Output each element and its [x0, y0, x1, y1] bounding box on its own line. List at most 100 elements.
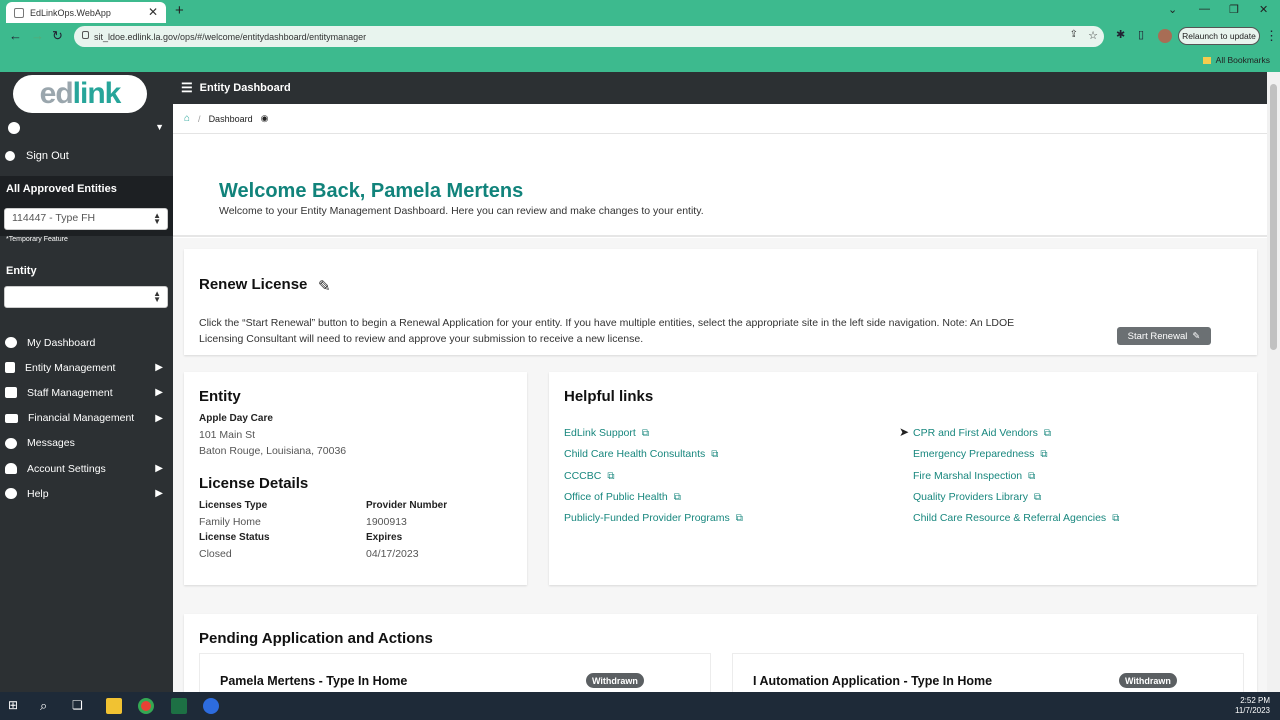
- chrome-icon[interactable]: [138, 698, 154, 714]
- link-publicly-funded-provider-programs[interactable]: Publicly-Funded Provider Programs ⧉: [564, 512, 743, 524]
- start-renewal-label: Start Renewal: [1127, 330, 1188, 342]
- link-quality-providers-library[interactable]: Quality Providers Library ⧉: [913, 491, 1041, 503]
- status-badge: Withdrawn: [1119, 673, 1177, 688]
- browser-menu-icon[interactable]: ⋮: [1265, 28, 1278, 44]
- provider-number-value: 1900913: [366, 516, 407, 528]
- approved-entities-panel: All Approved Entities 114447 - Type FH ▲…: [0, 176, 173, 243]
- link-label: Publicly-Funded Provider Programs: [564, 512, 730, 524]
- windows-start-icon[interactable]: ⊞: [8, 698, 24, 714]
- link-label: Quality Providers Library: [913, 491, 1028, 503]
- money-icon: [5, 413, 18, 423]
- user-menu-toggle[interactable]: ▼: [8, 121, 168, 135]
- entity-name: Apple Day Care: [199, 413, 273, 424]
- new-tab-icon[interactable]: +: [175, 2, 184, 19]
- sidepanel-icon[interactable]: ▯: [1138, 28, 1144, 41]
- sidebar-item-account-settings[interactable]: Account Settings ▶: [0, 456, 173, 481]
- pencil-icon: ✎: [318, 278, 331, 295]
- url-input[interactable]: sit_ldoe.edlink.la.gov/ops/#/welcome/ent…: [74, 26, 1104, 47]
- link-fire-marshal-inspection[interactable]: Fire Marshal Inspection ⧉: [913, 470, 1035, 482]
- entity-address-line2: Baton Rouge, Louisiana, 70036: [199, 445, 347, 457]
- link-cpr-first-aid-vendors[interactable]: CPR and First Aid Vendors ⧉: [913, 427, 1051, 439]
- sidebar-item-staff-management[interactable]: Staff Management ▶: [0, 380, 173, 405]
- excel-icon[interactable]: [171, 698, 187, 714]
- reload-icon[interactable]: ↻: [52, 28, 63, 44]
- sidebar-item-label: My Dashboard: [27, 336, 96, 349]
- tab-search-icon[interactable]: ⌄: [1168, 3, 1177, 16]
- hamburger-menu-icon[interactable]: ☰: [181, 80, 193, 96]
- external-link-icon: ⧉: [1040, 449, 1048, 460]
- search-icon[interactable]: ⌕: [40, 698, 56, 714]
- all-bookmarks-label: All Bookmarks: [1215, 55, 1270, 65]
- tab-title: EdLinkOps.WebApp: [30, 7, 111, 18]
- profile-avatar[interactable]: [1158, 29, 1172, 43]
- licenses-type-label: Licenses Type: [199, 500, 268, 511]
- zoom-icon[interactable]: [203, 698, 219, 714]
- link-edlink-support[interactable]: EdLink Support ⧉: [564, 427, 649, 439]
- building-icon: [5, 362, 15, 374]
- approved-entity-value: 114447 - Type FH: [12, 212, 96, 224]
- forward-icon[interactable]: →: [31, 28, 44, 43]
- extensions-icon[interactable]: ✱: [1116, 28, 1125, 41]
- license-status-label: License Status: [199, 532, 270, 543]
- chevron-right-icon: ▶: [155, 463, 163, 475]
- breadcrumb: ⌂ / Dashboard ◉: [173, 104, 1267, 134]
- external-link-icon: ⧉: [1028, 471, 1036, 482]
- relaunch-button[interactable]: Relaunch to update: [1178, 27, 1260, 45]
- share-icon[interactable]: ⇪: [1070, 29, 1078, 40]
- sidebar-item-my-dashboard[interactable]: My Dashboard: [0, 330, 173, 355]
- pencil-icon: ✎: [1192, 330, 1201, 342]
- licenses-type-value: Family Home: [199, 516, 261, 528]
- briefcase-icon: [5, 387, 17, 399]
- entity-select[interactable]: ▲ ▼: [4, 286, 168, 308]
- browser-tab-bar: EdLinkOps.WebApp ✕ + ⌄ — ❐ ✕: [0, 0, 1280, 23]
- home-icon[interactable]: ⌂: [184, 113, 190, 124]
- dashboard-icon: [5, 337, 17, 349]
- entity-title: Entity: [6, 265, 37, 277]
- close-window-icon[interactable]: ✕: [1259, 3, 1268, 16]
- chevron-right-icon: ▶: [155, 387, 163, 399]
- status-badge: Withdrawn: [586, 673, 644, 688]
- browser-tab[interactable]: EdLinkOps.WebApp ✕: [6, 2, 166, 23]
- header-title: Entity Dashboard: [199, 82, 291, 94]
- pending-application-title: Pamela Mertens - Type In Home: [220, 674, 408, 688]
- maximize-icon[interactable]: ❐: [1229, 3, 1239, 16]
- folder-icon: [1202, 57, 1211, 64]
- breadcrumb-dashboard[interactable]: Dashboard: [209, 114, 253, 124]
- caret-down-icon: ▼: [155, 122, 164, 132]
- logo-text-b: link: [72, 77, 122, 110]
- task-view-icon[interactable]: ❏: [72, 698, 88, 714]
- sidebar-item-messages[interactable]: Messages: [0, 431, 173, 456]
- approved-entity-select[interactable]: 114447 - Type FH ▲ ▼: [4, 208, 168, 230]
- close-tab-icon[interactable]: ✕: [148, 5, 158, 19]
- renew-license-card: Renew License ✎ Click the “Start Renewal…: [184, 249, 1257, 355]
- sidebar-item-help[interactable]: Help ▶: [0, 481, 173, 506]
- link-cccbc[interactable]: CCCBC ⧉: [564, 470, 614, 482]
- edlink-logo[interactable]: ed link: [13, 75, 147, 113]
- entity-address-line1: 101 Main St: [199, 429, 256, 441]
- page-scrollbar[interactable]: [1267, 72, 1280, 692]
- provider-number-label: Provider Number: [366, 500, 448, 511]
- external-link-icon: ⧉: [607, 471, 615, 482]
- start-renewal-button[interactable]: Start Renewal ✎: [1117, 327, 1211, 345]
- welcome-subtitle: Welcome to your Entity Management Dashbo…: [219, 205, 704, 217]
- system-clock[interactable]: 2:52 PM 11/7/2023: [1235, 696, 1270, 716]
- scrollbar-thumb[interactable]: [1270, 84, 1277, 350]
- main-content: Renew License ✎ Click the “Start Renewal…: [173, 238, 1267, 713]
- link-child-care-health-consultants[interactable]: Child Care Health Consultants ⧉: [564, 448, 718, 460]
- sign-out-icon: [5, 151, 15, 161]
- link-child-care-resource-referral[interactable]: Child Care Resource & Referral Agencies ⧉: [913, 512, 1119, 524]
- sidebar-item-financial-management[interactable]: Financial Management ▶: [0, 406, 173, 431]
- eye-icon[interactable]: ◉: [261, 113, 269, 124]
- link-office-of-public-health[interactable]: Office of Public Health ⧉: [564, 491, 681, 503]
- logo-text-a: ed: [39, 77, 74, 110]
- file-explorer-icon[interactable]: [106, 698, 122, 714]
- sign-out-link[interactable]: Sign Out: [5, 150, 69, 162]
- link-emergency-preparedness[interactable]: Emergency Preparedness ⧉: [913, 448, 1048, 460]
- minimize-icon[interactable]: —: [1199, 3, 1210, 15]
- back-icon[interactable]: ←: [9, 28, 22, 43]
- all-bookmarks[interactable]: All Bookmarks: [1202, 55, 1270, 65]
- sidebar-item-entity-management[interactable]: Entity Management ▶: [0, 355, 173, 380]
- chevron-right-icon: ▶: [155, 488, 163, 500]
- pending-applications-card: Pending Application and Actions Pamela M…: [184, 614, 1257, 713]
- bookmark-star-icon[interactable]: ☆: [1088, 29, 1098, 42]
